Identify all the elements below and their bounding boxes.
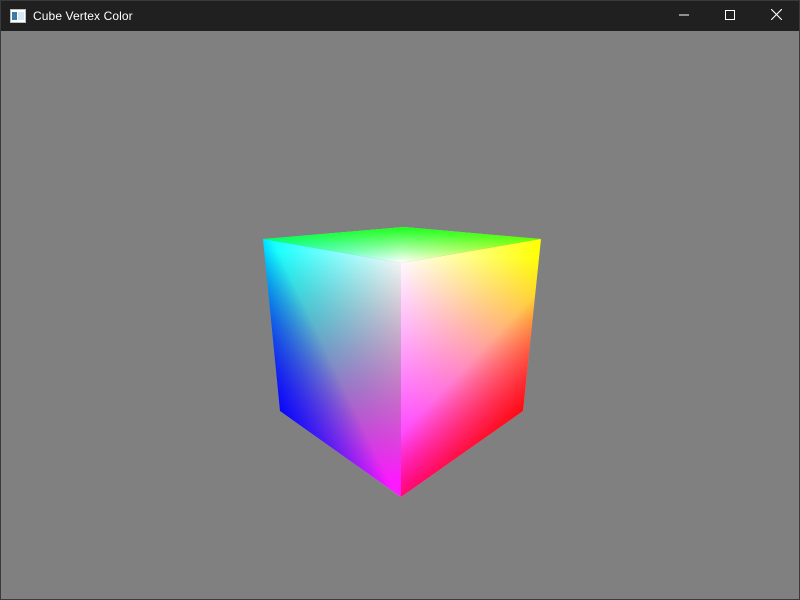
- render-viewport[interactable]: [1, 31, 799, 599]
- close-button[interactable]: [753, 1, 799, 31]
- app-window: Cube Vertex Color: [0, 0, 800, 600]
- title-bar[interactable]: Cube Vertex Color: [1, 1, 799, 31]
- window-title: Cube Vertex Color: [33, 9, 133, 23]
- close-icon: [770, 7, 782, 25]
- cube-left-face: [263, 239, 401, 497]
- minimize-button[interactable]: [661, 1, 707, 31]
- maximize-icon: [725, 7, 735, 25]
- window-controls: [661, 1, 799, 31]
- cube-right-face: [401, 239, 541, 497]
- maximize-button[interactable]: [707, 1, 753, 31]
- minimize-icon: [679, 7, 689, 25]
- cube-render: [263, 227, 541, 497]
- app-window-icon: [10, 8, 26, 24]
